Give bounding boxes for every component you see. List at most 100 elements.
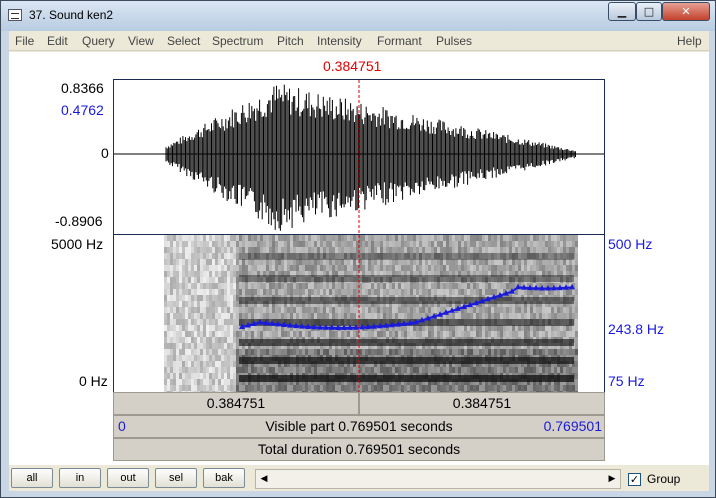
total-duration-bar[interactable]: Total duration 0.769501 seconds: [113, 438, 605, 461]
spectrogram-cell: [371, 307, 374, 313]
spectrogram-cell: [221, 277, 224, 283]
spectrogram-cell: [533, 331, 536, 337]
zoom-in-button[interactable]: in: [59, 468, 101, 488]
spectrogram-cell: [458, 349, 461, 355]
zoom-all-button[interactable]: all: [11, 468, 53, 488]
spectrogram-cell: [284, 367, 287, 373]
spectrogram-cell: [203, 349, 206, 355]
spectrogram-cell: [341, 283, 344, 289]
pitch-min-label: 75 Hz: [608, 373, 645, 389]
spectrogram-cell: [206, 259, 209, 265]
spectrogram-cell: [482, 241, 485, 247]
menu-query[interactable]: Query: [82, 34, 115, 48]
spectrogram-cell: [470, 331, 473, 337]
spectrogram-cell: [245, 385, 248, 391]
spectrogram-cell: [299, 313, 302, 319]
spectrogram-cell: [227, 373, 230, 379]
waveform-panel[interactable]: [113, 79, 605, 235]
scroll-right-arrow-icon[interactable]: ▶: [605, 471, 619, 487]
time-bar-left[interactable]: 0.384751: [113, 392, 359, 415]
spectrogram-cell: [458, 265, 461, 271]
spectrogram-cell: [461, 241, 464, 247]
spectrogram-cell: [455, 283, 458, 289]
spectrogram-cell: [164, 247, 167, 253]
zoom-back-button[interactable]: bak: [203, 468, 245, 488]
spectrogram-cell: [299, 331, 302, 337]
spectrogram-cell: [536, 307, 539, 313]
menu-view[interactable]: View: [128, 34, 154, 48]
spectrogram-cell: [368, 235, 371, 241]
spectrogram-cell: [512, 331, 515, 337]
spectrogram-cell: [566, 241, 569, 247]
sound-editor-area[interactable]: 0.384751 0.8366 0.4762 0 -0.8906 5000 Hz…: [9, 52, 709, 465]
spectrogram-cell: [575, 301, 578, 307]
spectrogram-cell: [512, 283, 515, 289]
title-bar[interactable]: 37. Sound ken2 ▁ □ ✕: [1, 1, 715, 31]
spectrogram-cell: [560, 241, 563, 247]
spectrogram-cell: [233, 289, 236, 295]
spectrogram-cell: [533, 265, 536, 271]
spectrogram-cell: [557, 307, 560, 313]
spectrogram-cell: [206, 319, 209, 325]
menu-pitch[interactable]: Pitch: [277, 34, 304, 48]
spectrogram-cell: [374, 247, 377, 253]
menu-pulses[interactable]: Pulses: [436, 34, 472, 48]
spectrogram-cell: [242, 313, 245, 319]
spectrogram-cell: [371, 367, 374, 373]
visible-part-bar[interactable]: 0 Visible part 0.769501 seconds 0.769501: [113, 415, 605, 438]
horizontal-scrollbar[interactable]: ◀ ▶: [255, 469, 621, 489]
spectrogram-panel[interactable]: [113, 235, 605, 392]
menu-select[interactable]: Select: [167, 34, 200, 48]
group-checkbox[interactable]: ✓: [628, 473, 641, 486]
spectrogram-cell: [170, 307, 173, 313]
spectrogram-cell: [209, 235, 212, 241]
spectrogram-cell: [449, 247, 452, 253]
spectrogram-min-label: 0 Hz: [79, 373, 108, 389]
spectrogram-cell: [167, 373, 170, 379]
maximize-button[interactable]: □: [636, 2, 662, 21]
spectrogram-cell: [428, 367, 431, 373]
spectrogram-cell: [164, 295, 167, 301]
spectrogram-cell: [200, 319, 203, 325]
spectrogram-cell: [290, 331, 293, 337]
spectrogram-cell: [347, 289, 350, 295]
menu-help[interactable]: Help: [677, 34, 702, 48]
spectrogram-cell: [197, 265, 200, 271]
menu-formant[interactable]: Formant: [377, 34, 422, 48]
spectrogram-cell: [350, 283, 353, 289]
spectrogram-cell: [233, 307, 236, 313]
close-button[interactable]: ✕: [662, 2, 710, 21]
menu-file[interactable]: File: [15, 34, 34, 48]
spectrogram-cell: [509, 265, 512, 271]
minimize-button[interactable]: ▁: [608, 2, 636, 21]
spectrogram-cell: [227, 361, 230, 367]
spectrogram-cell: [344, 385, 347, 391]
zoom-selection-button[interactable]: sel: [155, 468, 197, 488]
spectrogram-cell: [365, 313, 368, 319]
spectrogram-cell: [470, 349, 473, 355]
menu-intensity[interactable]: Intensity: [317, 34, 362, 48]
scroll-left-arrow-icon[interactable]: ◀: [257, 471, 271, 487]
spectrogram-cell: [173, 385, 176, 391]
menu-spectrum[interactable]: Spectrum: [212, 34, 263, 48]
spectrogram-cell: [194, 373, 197, 379]
spectrogram-cell: [236, 307, 239, 313]
spectrogram-cell: [170, 349, 173, 355]
spectrogram-cell: [551, 265, 554, 271]
spectrogram-cell: [500, 235, 503, 241]
spectrogram-cell: [263, 265, 266, 271]
spectrogram-cell: [473, 307, 476, 313]
time-bar-right[interactable]: 0.384751: [359, 392, 605, 415]
spectrogram-cell: [500, 265, 503, 271]
spectrogram-cell: [224, 319, 227, 325]
spectrogram-cell: [272, 313, 275, 319]
zoom-out-button[interactable]: out: [107, 468, 149, 488]
spectrogram-cell: [383, 289, 386, 295]
spectrogram-cell: [326, 349, 329, 355]
menu-edit[interactable]: Edit: [47, 34, 68, 48]
spectrogram-cell: [227, 319, 230, 325]
spectrogram-cell: [182, 289, 185, 295]
spectrogram-cell: [506, 331, 509, 337]
spectrogram-cell: [278, 385, 281, 391]
spectrogram-cell: [260, 349, 263, 355]
